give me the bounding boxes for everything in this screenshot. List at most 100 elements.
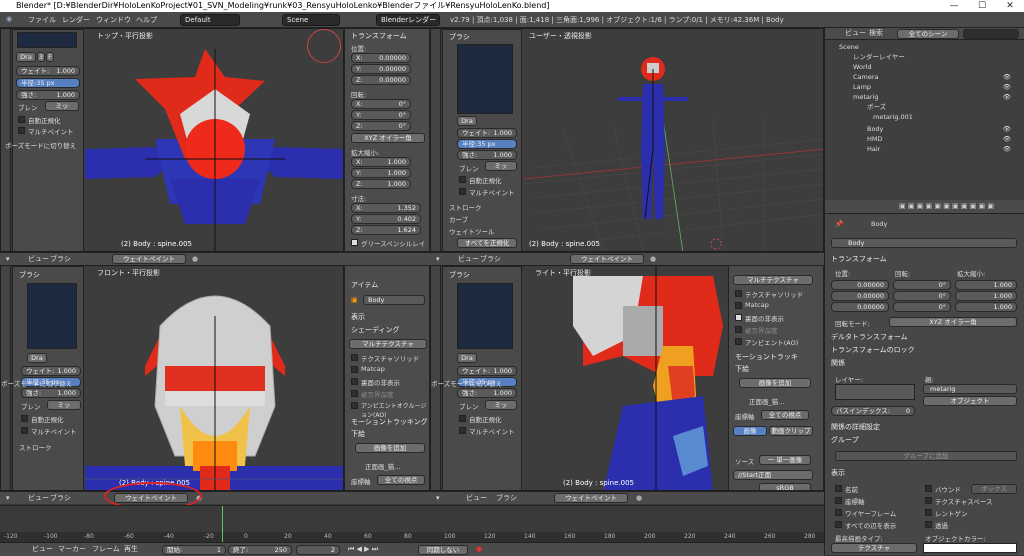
shading-icon[interactable]: ● xyxy=(636,493,642,504)
brush-strength-field[interactable]: 強さ: 1.000 xyxy=(457,388,517,398)
stroke-panel[interactable]: ストローク xyxy=(449,202,482,212)
tool-shelf-tabs[interactable] xyxy=(431,29,441,251)
rotation-y-field[interactable]: Y: 0° xyxy=(351,110,411,120)
shading-mode-select[interactable]: マルチテクスチャ xyxy=(733,275,813,285)
auto-normalize-checkbox[interactable] xyxy=(459,415,466,422)
menu-search[interactable]: 検索 xyxy=(869,28,883,39)
brush-thumbnail[interactable] xyxy=(27,283,77,349)
relations-extra-section[interactable]: 関係の詳細設定 xyxy=(831,422,880,432)
source-select[interactable]: 一 単一画像 xyxy=(759,455,811,465)
brush-radius-field[interactable]: 半径:35 px xyxy=(457,139,517,149)
menu-brush[interactable]: ブラシ xyxy=(496,493,517,504)
parent-type-select[interactable]: オブジェクト xyxy=(923,396,1017,406)
multipaint-checkbox[interactable] xyxy=(18,127,25,134)
outliner-item-hair[interactable]: Hair 👁 xyxy=(825,144,1024,154)
color-space-select[interactable]: sRGB xyxy=(759,483,811,490)
rot-z-field[interactable]: 0° xyxy=(893,302,951,312)
render-engine-select[interactable]: Blenderレンダー xyxy=(376,14,440,26)
menu-playback[interactable]: 再生 xyxy=(124,544,138,555)
blend-select[interactable]: ミッ xyxy=(47,400,81,410)
brush-strength-field[interactable]: 強さ: 1.000 xyxy=(457,150,517,160)
brush-thumbnail[interactable] xyxy=(457,44,513,114)
multipaint-checkbox[interactable] xyxy=(459,427,466,434)
relations-section[interactable]: 関係 xyxy=(831,358,845,368)
current-frame-field[interactable]: 2 xyxy=(296,545,340,555)
blender-logo-icon[interactable]: ◉ xyxy=(6,15,12,23)
depth-checkbox[interactable] xyxy=(351,390,358,397)
grease-pencil-checkbox[interactable] xyxy=(351,239,358,246)
outliner-search-input[interactable] xyxy=(963,29,1019,39)
scl-x-field[interactable]: 1.000 xyxy=(955,280,1017,290)
menu-marker[interactable]: マーカー xyxy=(58,544,86,555)
menu-brush[interactable]: ブラシ xyxy=(50,493,71,504)
maximize-button[interactable]: ☐ xyxy=(968,0,996,12)
brush-weight-field[interactable]: ウェイト: 1.000 xyxy=(21,366,81,376)
rotmode-select[interactable]: XYZ オイラー角 xyxy=(889,317,1017,327)
brush-thumbnail[interactable] xyxy=(457,283,513,349)
groups-section[interactable]: グループ xyxy=(831,435,859,445)
eye-icon[interactable]: 👁 xyxy=(1003,92,1011,102)
parent-field[interactable]: metarig xyxy=(923,384,1017,394)
item-title[interactable]: アイテム xyxy=(351,280,378,290)
outliner-item-metarig001[interactable]: metarig.001 xyxy=(825,112,1024,122)
add-image-button[interactable]: 画像を追加 xyxy=(355,443,425,453)
depth-checkbox[interactable] xyxy=(735,326,742,333)
layer-grid[interactable] xyxy=(835,384,915,400)
menu-view[interactable]: ビュー xyxy=(845,28,866,39)
shading-icon[interactable]: ● xyxy=(192,254,198,265)
mode-select[interactable]: ウェイトペイント xyxy=(554,493,628,503)
viewport-user[interactable]: ブラシ Dra ウェイト: 1.000 半径:35 px 強さ: 1.000 ブレン… xyxy=(430,28,824,252)
scl-y-field[interactable]: 1.000 xyxy=(955,291,1017,301)
rotation-z-field[interactable]: Z: 0° xyxy=(351,121,411,131)
menu-view[interactable]: ビュー xyxy=(466,493,487,504)
display-filter-select[interactable]: 全てのシーン xyxy=(897,29,959,39)
brush-strength-field[interactable]: 強さ: 1.000 xyxy=(21,388,81,398)
delta-section[interactable]: デルタトランスフォーム xyxy=(831,332,908,342)
view-icon[interactable]: ▾ xyxy=(436,254,440,265)
backface-checkbox[interactable] xyxy=(351,378,358,385)
scale-y-field[interactable]: Y: 1.000 xyxy=(351,168,411,178)
motion-tracking-section[interactable]: モーショントラッキ xyxy=(735,352,798,362)
menu-view[interactable]: ビュー xyxy=(28,493,49,504)
eye-icon[interactable]: 👁 xyxy=(1003,134,1011,144)
blend-select[interactable]: ミッ xyxy=(485,400,517,410)
dimension-x-field[interactable]: X: 1.352 xyxy=(351,203,421,213)
outliner-item-world[interactable]: World xyxy=(825,62,1024,72)
object-name-field[interactable]: Body xyxy=(363,295,425,305)
multipaint-checkbox[interactable] xyxy=(459,188,466,195)
tab-movie-clip[interactable]: 動画クリップ xyxy=(769,426,813,436)
outliner-item-renderlayer[interactable]: レンダーレイヤー xyxy=(825,52,1024,62)
brush-thumbnail[interactable] xyxy=(17,32,77,48)
brush-weight-field[interactable]: ウェイト: 1.000 xyxy=(457,366,517,376)
image-file-path[interactable]: //Start正面 xyxy=(733,470,813,480)
scene-select[interactable]: Scene xyxy=(282,14,340,26)
outliner-item-camera[interactable]: Camera 👁 xyxy=(825,72,1024,82)
bg-image-name[interactable]: 正面画_猫... xyxy=(749,396,784,406)
tab-image[interactable]: 画像 xyxy=(733,426,767,436)
mode-select[interactable]: ウェイトペイント xyxy=(112,254,186,264)
dimension-z-field[interactable]: Z: 1.624 xyxy=(351,225,421,235)
brush-name[interactable]: Dra xyxy=(16,52,36,62)
wire-checkbox[interactable] xyxy=(835,509,842,516)
properties-tabs[interactable]: ▣ ▣ ▣ ▣ ▣ ▣ ▣ ▣ ▣ ▣ ▣ xyxy=(825,200,1024,214)
bounds-type-select[interactable]: ボックス xyxy=(971,484,1017,494)
brush-name[interactable]: Dra xyxy=(457,116,477,126)
axis-checkbox[interactable] xyxy=(835,497,842,504)
outliner-item-scene[interactable]: Scene xyxy=(825,42,1024,52)
motion-tracking-section[interactable]: モーショントラッキング xyxy=(351,417,428,427)
pin-icon[interactable]: 📌 xyxy=(835,220,843,228)
menu-frame[interactable]: フレーム xyxy=(92,544,120,555)
location-x-field[interactable]: X: 0.00000 xyxy=(351,53,411,63)
brush-users[interactable]: 3 xyxy=(37,52,45,62)
menu-help[interactable]: ヘルプ xyxy=(136,15,157,25)
texspace-checkbox[interactable] xyxy=(925,497,932,504)
eye-icon[interactable]: 👁 xyxy=(1003,82,1011,92)
bg-image-name[interactable]: 正面画_猫... xyxy=(365,461,400,471)
brush-name[interactable]: Dra xyxy=(27,353,47,363)
scale-x-field[interactable]: X: 1.000 xyxy=(351,157,411,167)
scale-z-field[interactable]: Z: 1.000 xyxy=(351,179,411,189)
current-frame-line[interactable] xyxy=(222,506,223,542)
brush-radius-field[interactable]: 半径:35 px xyxy=(16,78,80,88)
viewport-front[interactable]: ブラシ Dra ウェイト: 1.000 半径:35 px 強さ: 1.000 ブレン… xyxy=(0,265,344,491)
blend-select[interactable]: ミッ xyxy=(485,161,517,171)
